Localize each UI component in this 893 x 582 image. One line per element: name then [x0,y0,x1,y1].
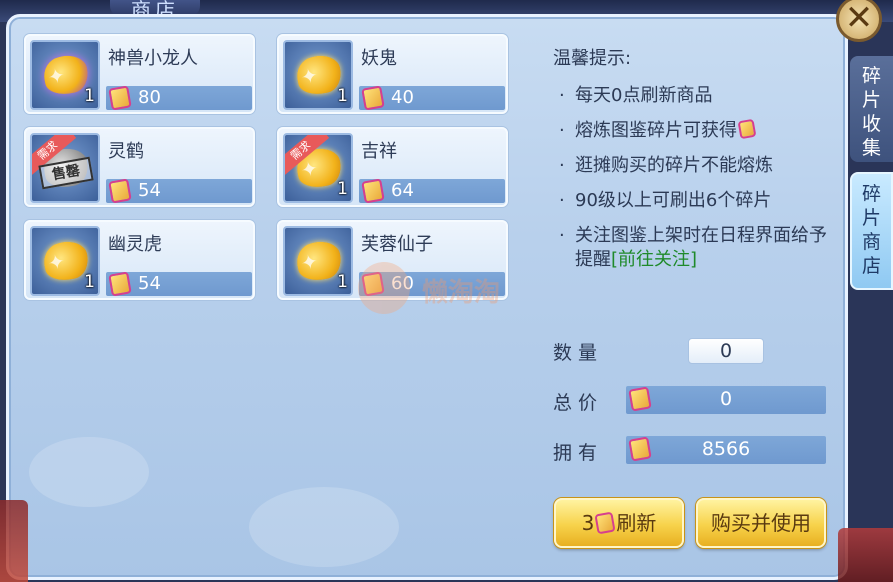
shop-item-card[interactable]: ✦ 1 幽灵虎 54 [24,220,255,300]
item-icon: ✦ 1 [283,226,353,296]
currency-icon [108,85,132,111]
owned-label: 拥有 [553,442,604,464]
follow-link[interactable]: [前往关注] [611,249,697,270]
shop-item-card[interactable]: ✦ 1 神兽小龙人 80 [24,34,255,114]
tab-label: 碎片商店 [861,183,881,277]
currency-icon [108,178,132,204]
shop-item-card[interactable]: ✦ 1 芙蓉仙子 60 [277,220,508,300]
item-icon: ✦ 需求 1 [283,133,353,203]
tab-fragment-shop[interactable]: 碎片商店 [850,172,893,290]
item-price: 54 [138,180,161,201]
item-name: 妖鬼 [361,48,397,69]
item-price: 60 [391,273,414,294]
tip-item: 90级以上可刷出6个碎片 [553,189,843,213]
item-name: 芙蓉仙子 [361,234,433,255]
item-icon: ✦ 1 [283,40,353,110]
tip-item: 逛摊购买的碎片不能熔炼 [553,154,843,178]
cloud-decoration [29,437,149,507]
tips-title: 温馨提示: [553,48,632,69]
shop-item-card[interactable]: 需求 售罄 灵鹤 54 [24,127,255,207]
corner-decoration [838,528,893,582]
item-quantity: 1 [337,272,348,292]
item-quantity: 1 [84,272,95,292]
item-quantity: 1 [337,86,348,106]
quantity-label: 数量 [553,342,604,364]
item-price: 40 [391,87,414,108]
item-price-bar: 80 [106,85,252,111]
item-icon: 需求 售罄 [30,133,100,203]
item-price: 80 [138,87,161,108]
tips-list: 每天0点刷新商品 熔炼图鉴碎片可获得 逛摊购买的碎片不能熔炼 90级以上可刷出6… [553,84,843,272]
shop-item-card[interactable]: ✦ 需求 1 吉祥 64 [277,127,508,207]
tab-fragment-collect[interactable]: 碎片收集 [850,56,893,162]
item-quantity: 1 [337,179,348,199]
currency-icon [108,271,132,297]
tip-item: 熔炼图鉴碎片可获得 [553,118,843,143]
tab-label: 碎片收集 [861,65,881,159]
owned-value: 8566 [701,438,751,460]
refresh-label: 刷新 [616,511,657,535]
item-name: 吉祥 [361,141,397,162]
total-price-bar: 0 [626,386,826,414]
currency-icon [361,271,385,297]
corner-decoration [0,500,28,582]
item-name: 灵鹤 [108,141,144,162]
currency-icon [361,85,385,111]
refresh-cost: 3 [581,511,595,535]
cloud-decoration [249,487,399,567]
item-name: 幽灵虎 [108,234,162,255]
close-icon[interactable]: ✕ [836,0,882,42]
item-price-bar: 64 [359,178,505,204]
item-price: 54 [138,273,161,294]
buy-and-use-button[interactable]: 购买并使用 [696,498,826,548]
currency-icon [594,511,616,535]
item-price-bar: 54 [106,178,252,204]
currency-icon [737,118,757,140]
item-price: 64 [391,180,414,201]
shop-item-card[interactable]: ✦ 1 妖鬼 40 [277,34,508,114]
total-price-value: 0 [719,388,733,410]
item-price-bar: 40 [359,85,505,111]
item-quantity: 1 [84,86,95,106]
item-price-bar: 54 [106,271,252,297]
total-price-label: 总价 [553,392,604,414]
item-name: 神兽小龙人 [108,48,198,69]
item-icon: ✦ 1 [30,226,100,296]
item-icon: ✦ 1 [30,40,100,110]
item-price-bar: 60 [359,271,505,297]
refresh-button[interactable]: 3 刷新 [554,498,684,548]
currency-icon [361,178,385,204]
owned-bar: 8566 [626,436,826,464]
tips-section: 温馨提示: 每天0点刷新商品 熔炼图鉴碎片可获得 逛摊购买的碎片不能熔炼 90级… [553,44,843,283]
tip-item: 关注图鉴上架时在日程界面给予提醒[前往关注] [553,224,843,272]
quantity-input[interactable]: 0 [688,338,764,364]
tip-item: 每天0点刷新商品 [553,84,843,108]
